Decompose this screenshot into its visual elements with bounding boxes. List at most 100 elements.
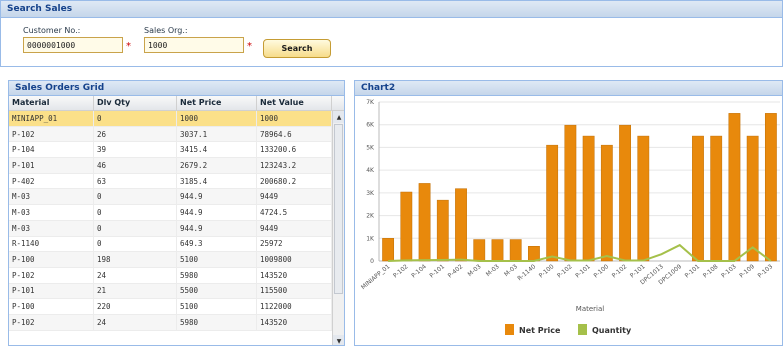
bar-net-price — [637, 135, 650, 262]
cell-dlv-qty: 0 — [94, 236, 177, 252]
cell-net-value: 9449 — [257, 220, 332, 236]
column-header-net-value[interactable]: Net Value — [257, 96, 332, 110]
y-tick-label: 1K — [366, 235, 375, 242]
grid-scrollbar[interactable]: ▲ ▼ — [332, 111, 344, 345]
cell-net-value: 143520 — [257, 314, 332, 330]
x-tick-label: P-104 — [410, 263, 428, 279]
salesorg-field-group: Sales Org.: — [144, 26, 244, 53]
cell-net-value: 9449 — [257, 189, 332, 205]
y-tick-label: 7K — [366, 99, 375, 106]
cell-dlv-qty: 0 — [94, 205, 177, 220]
bar-net-price — [546, 144, 559, 262]
bar-net-price — [473, 239, 486, 262]
cell-net-price: 5980 — [177, 314, 257, 330]
cell-net-value: 115500 — [257, 283, 332, 299]
table-row[interactable]: P-402 63 3185.4 200680.2 — [9, 173, 344, 190]
x-tick-label: R-1140 — [516, 263, 537, 282]
table-row[interactable]: M-03 0 944.9 9449 — [9, 220, 344, 237]
salesorg-label: Sales Org.: — [144, 26, 188, 35]
scroll-thumb[interactable] — [334, 124, 343, 294]
cell-material: P-102 — [9, 314, 94, 330]
bar-net-price — [509, 239, 522, 262]
cell-net-price: 5500 — [177, 283, 257, 299]
table-row[interactable]: P-100 198 5100 1009800 — [9, 252, 344, 268]
cell-net-value: 25972 — [257, 236, 332, 252]
scroll-up-icon[interactable]: ▲ — [333, 111, 344, 123]
table-row[interactable]: P-101 46 2679.2 123243.2 — [9, 158, 344, 174]
cell-dlv-qty: 63 — [94, 173, 177, 189]
x-tick-label: P-102 — [556, 263, 574, 279]
customer-required-mark: * — [126, 41, 131, 52]
grid-header-row: Material Dlv Qty Net Price Net Value — [9, 96, 344, 111]
legend-swatch-quantity — [578, 324, 587, 335]
cell-material: M-03 — [9, 189, 94, 205]
x-tick-label: P-402 — [447, 263, 465, 279]
table-row[interactable]: R-1140 0 649.3 25972 — [9, 236, 344, 253]
cell-net-price: 5980 — [177, 267, 257, 283]
cell-net-value: 78964.6 — [257, 126, 332, 142]
cell-net-price: 1000 — [177, 111, 257, 126]
cell-net-value: 1000 — [257, 111, 332, 126]
cell-dlv-qty: 0 — [94, 189, 177, 205]
table-row[interactable]: P-101 21 5500 115500 — [9, 283, 344, 300]
customer-label: Customer No.: — [23, 26, 81, 35]
cell-material: M-03 — [9, 220, 94, 236]
scroll-down-icon[interactable]: ▼ — [333, 335, 344, 345]
table-row[interactable]: MINIAPP_01 0 1000 1000 — [9, 111, 344, 127]
x-tick-label: P-101 — [428, 263, 446, 279]
cell-dlv-qty: 21 — [94, 283, 177, 299]
table-row[interactable]: P-102 26 3037.1 78964.6 — [9, 126, 344, 143]
legend-label-net-price: Net Price — [519, 326, 561, 335]
bar-net-price — [436, 199, 449, 262]
bar-net-price — [491, 239, 504, 262]
bar-net-price — [710, 135, 723, 262]
bar-net-price — [692, 135, 704, 262]
bar-net-price — [746, 135, 759, 262]
cell-dlv-qty: 198 — [94, 252, 177, 267]
y-tick-label: 4K — [366, 167, 375, 174]
table-row[interactable]: M-03 0 944.9 9449 — [9, 189, 344, 206]
cell-dlv-qty: 46 — [94, 158, 177, 173]
cell-dlv-qty: 220 — [94, 299, 177, 314]
table-row[interactable]: P-100 220 5100 1122000 — [9, 299, 344, 315]
cell-material: P-402 — [9, 173, 94, 189]
table-row[interactable]: P-102 24 5980 143520 — [9, 267, 344, 284]
cell-net-price: 944.9 — [177, 220, 257, 236]
cell-net-price: 5100 — [177, 299, 257, 314]
cell-net-price: 649.3 — [177, 236, 257, 252]
x-tick-label: P-101 — [684, 263, 702, 279]
x-tick-label: P-108 — [702, 263, 720, 279]
table-row[interactable]: M-03 0 944.9 4724.5 — [9, 205, 344, 221]
column-header-dlv-qty[interactable]: Dlv Qty — [94, 96, 177, 110]
cell-material: P-101 — [9, 283, 94, 299]
x-tick-label: P-100 — [593, 263, 611, 279]
x-tick-label: P-101 — [574, 263, 592, 279]
salesorg-required-mark: * — [247, 41, 252, 52]
chart-title: Chart2 — [355, 81, 782, 96]
cell-material: P-104 — [9, 142, 94, 158]
cell-dlv-qty: 26 — [94, 126, 177, 142]
bar-net-price — [582, 135, 595, 262]
bar-net-price — [418, 183, 431, 262]
search-panel-title: Search Sales — [1, 1, 782, 18]
cell-net-price: 3185.4 — [177, 173, 257, 189]
x-tick-label: M-03 — [467, 263, 483, 278]
cell-net-price: 5100 — [177, 252, 257, 267]
bar-net-price — [382, 238, 395, 262]
column-header-net-price[interactable]: Net Price — [177, 96, 257, 110]
bar-net-price — [600, 144, 613, 262]
sales-orders-grid: Sales Orders Grid Material Dlv Qty Net P… — [8, 80, 345, 346]
x-tick-label: M-03 — [485, 263, 501, 278]
cell-net-value: 123243.2 — [257, 158, 332, 173]
x-tick-label: P-103 — [757, 263, 775, 279]
customer-input[interactable] — [23, 37, 123, 53]
cell-net-price: 2679.2 — [177, 158, 257, 173]
cell-dlv-qty: 0 — [94, 111, 177, 126]
cell-material: P-100 — [9, 252, 94, 267]
column-header-material[interactable]: Material — [9, 96, 94, 110]
salesorg-input[interactable] — [144, 37, 244, 53]
search-button[interactable]: Search — [263, 39, 331, 58]
table-row[interactable]: P-102 24 5980 143520 — [9, 314, 344, 331]
x-tick-label: P-103 — [720, 263, 738, 279]
table-row[interactable]: P-104 39 3415.4 133200.6 — [9, 142, 344, 159]
